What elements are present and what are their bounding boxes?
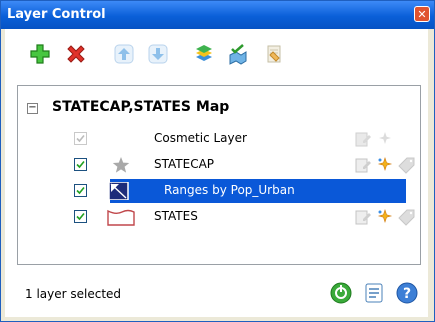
- tag-icon[interactable]: [398, 208, 416, 226]
- tag-icon[interactable]: [398, 156, 416, 174]
- dialog-body: − STATECAP,STATES Map Cosmetic Layer STA…: [5, 29, 428, 317]
- layer-visibility-checkbox[interactable]: [74, 184, 87, 197]
- map-check-icon: [229, 44, 247, 65]
- edit-icon[interactable]: [354, 208, 372, 226]
- move-down-button[interactable]: [145, 41, 171, 67]
- toolbar: [5, 29, 428, 81]
- remove-layer-button[interactable]: [63, 41, 89, 67]
- layer-label: STATES: [154, 209, 198, 223]
- close-button[interactable]: ✕: [414, 6, 430, 22]
- layer-row-ranges[interactable]: Ranges by Pop_Urban: [18, 179, 418, 203]
- erase-icon: [267, 45, 281, 63]
- layer-row-cosmetic[interactable]: Cosmetic Layer: [18, 127, 418, 151]
- layer-visibility-checkbox[interactable]: [74, 210, 87, 223]
- plus-icon: [30, 44, 50, 64]
- x-icon: [67, 45, 85, 63]
- collapse-toggle[interactable]: −: [27, 103, 38, 114]
- region-icon: [107, 209, 135, 226]
- edit-icon: [355, 132, 371, 147]
- help-button[interactable]: ?: [395, 281, 419, 305]
- layers-icon: [196, 45, 212, 61]
- map-name: STATECAP,STATES Map: [52, 99, 230, 115]
- apply-button[interactable]: [362, 281, 386, 305]
- label-sparkle-icon[interactable]: [376, 156, 394, 174]
- layer-label: Cosmetic Layer: [154, 131, 247, 145]
- map-node[interactable]: − STATECAP,STATES Map: [18, 98, 418, 120]
- svg-text:?: ?: [403, 286, 411, 302]
- layer-tree: − STATECAP,STATES Map Cosmetic Layer STA…: [17, 85, 421, 265]
- layer-visibility-checkbox: [74, 132, 87, 145]
- layer-row-states[interactable]: STATES: [18, 205, 418, 229]
- layer-visibility-checkbox[interactable]: [74, 158, 87, 171]
- ok-button[interactable]: [329, 281, 353, 305]
- ranges-icon: [108, 182, 129, 200]
- map-options-button[interactable]: [225, 41, 251, 67]
- layer-properties-button[interactable]: [191, 41, 217, 67]
- arrow-up-icon: [114, 44, 134, 64]
- title-bar[interactable]: Layer Control ✕: [1, 1, 434, 29]
- layer-row-statecap[interactable]: STATECAP: [18, 153, 418, 177]
- layer-label: STATECAP: [154, 157, 215, 171]
- footer: 1 layer selected ?: [5, 267, 428, 317]
- arrow-down-icon: [148, 44, 168, 64]
- window-title: Layer Control: [7, 7, 106, 22]
- layer-label: Ranges by Pop_Urban: [164, 183, 295, 197]
- edit-icon[interactable]: [354, 156, 372, 174]
- layer-control-window: Layer Control ✕ − STATECAP,STATES Map Co…: [0, 0, 435, 322]
- label-sparkle-icon: [379, 132, 391, 144]
- label-sparkle-icon[interactable]: [376, 208, 394, 226]
- move-up-button[interactable]: [111, 41, 137, 67]
- status-text: 1 layer selected: [25, 287, 122, 301]
- star-icon: [112, 157, 130, 173]
- add-layer-button[interactable]: [27, 41, 53, 67]
- clear-layers-button[interactable]: [261, 41, 287, 67]
